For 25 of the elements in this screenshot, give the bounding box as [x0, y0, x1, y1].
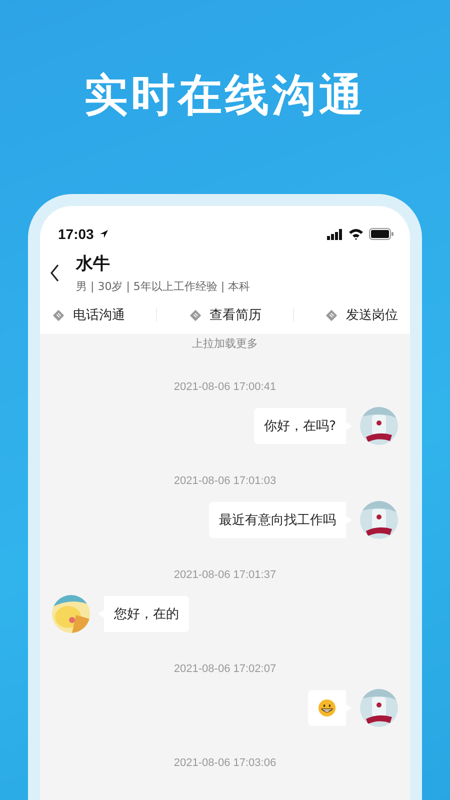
message-bubble: 您好，在的: [98, 596, 189, 632]
message-bubble: 你好，在吗?: [254, 408, 352, 444]
tag-icon: [188, 308, 202, 322]
message-timestamp: 2021-08-06 17:01:37: [172, 569, 278, 581]
action-link[interactable]: 发送岗位: [346, 306, 398, 324]
load-more-hint: 上拉加载更多: [191, 336, 259, 351]
back-icon[interactable]: [50, 264, 60, 282]
headline: 实时在线沟通: [84, 69, 366, 123]
signal-icon: [327, 228, 343, 240]
contact-name: 水牛: [76, 253, 111, 275]
tag-icon: [325, 308, 338, 322]
action-link[interactable]: 电话沟通: [73, 306, 125, 324]
location-arrow-icon: [98, 229, 109, 239]
message-bubble: 最近有意向找工作吗: [209, 502, 352, 538]
message-timestamp: 2021-08-06 17:03:06: [172, 757, 278, 769]
grinning-face-icon: [318, 699, 336, 717]
status-time: 17:03: [58, 226, 94, 242]
contact-details: 男 | 30岁 | 5年以上工作经验 | 本科: [76, 279, 250, 294]
action-link[interactable]: 查看简历: [210, 306, 262, 324]
message-timestamp: 2021-08-06 17:01:03: [172, 475, 278, 487]
message-timestamp: 2021-08-06 17:00:41: [172, 381, 278, 393]
wifi-icon: [348, 228, 364, 240]
tag-icon: [52, 308, 65, 322]
message-timestamp: 2021-08-06 17:02:07: [172, 663, 278, 675]
battery-icon: [369, 228, 394, 240]
